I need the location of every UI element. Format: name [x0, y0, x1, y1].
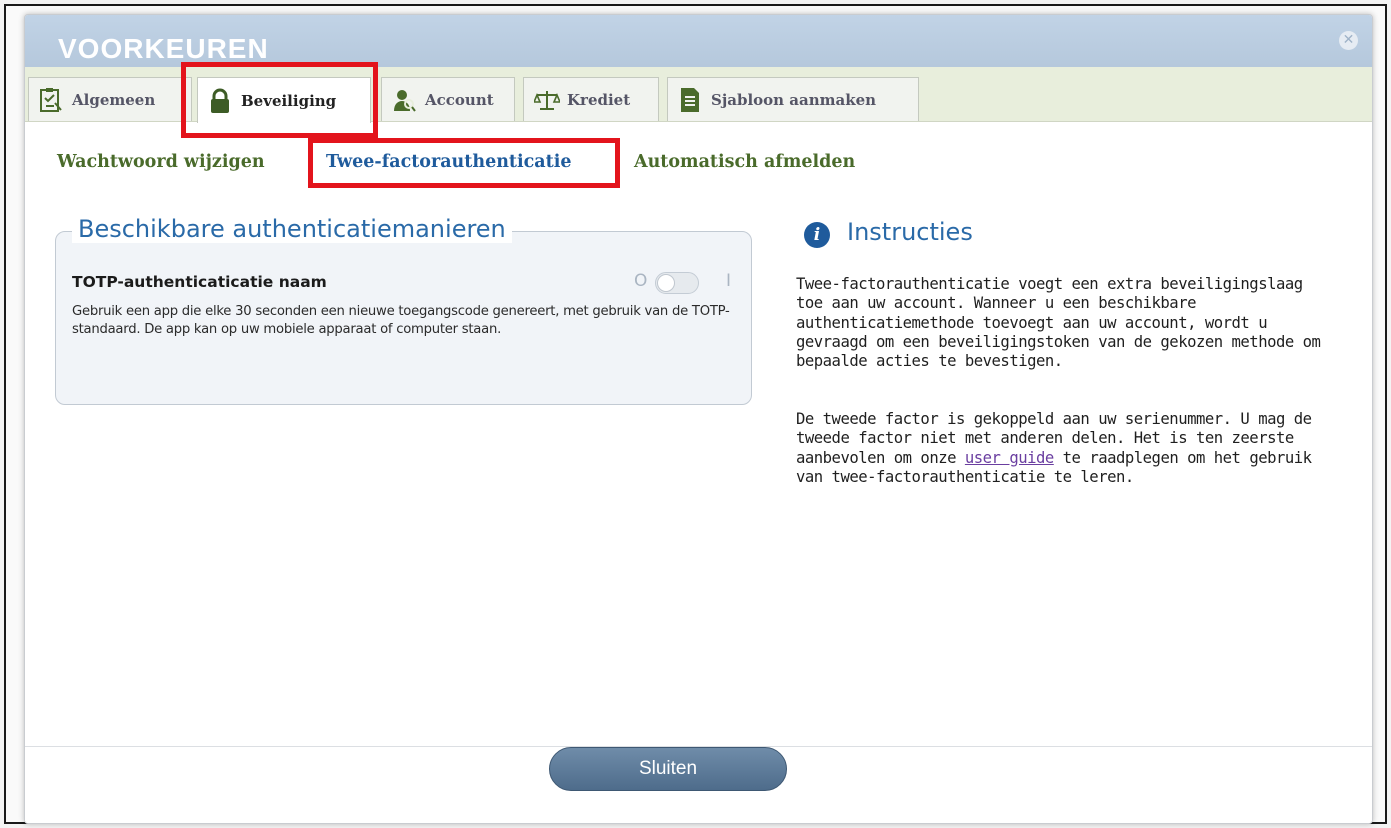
tab-label: Algemeen — [72, 90, 156, 109]
instructions-paragraph-2: De tweede factor is gekoppeld aan uw ser… — [796, 410, 1336, 487]
toggle-on-label: I — [726, 271, 732, 291]
document-icon — [678, 87, 702, 113]
tab-label: Account — [425, 90, 494, 109]
subnav-wachtwoord-wijzigen[interactable]: Wachtwoord wijzigen — [57, 152, 265, 172]
checklist-icon — [39, 87, 63, 113]
user-guide-link[interactable]: user guide — [965, 449, 1054, 467]
sluiten-button[interactable]: Sluiten — [549, 747, 787, 791]
person-search-icon — [392, 87, 416, 113]
tab-krediet[interactable]: Krediet — [523, 77, 659, 121]
tab-account[interactable]: Account — [381, 77, 515, 121]
highlight-box-subnav — [308, 138, 620, 188]
dialog-title: VOORKEUREN — [58, 33, 269, 64]
subnav-automatisch-afmelden[interactable]: Automatisch afmelden — [634, 152, 855, 172]
tab-algemeen[interactable]: Algemeen — [28, 77, 192, 121]
instructions-paragraph-1: Twee-factorauthenticatie voegt een extra… — [796, 275, 1321, 371]
tab-sjabloon-aanmaken[interactable]: Sjabloon aanmaken — [667, 77, 919, 121]
totp-method-description: Gebruik een app die elke 30 seconden een… — [72, 304, 730, 337]
scales-icon — [532, 87, 562, 113]
toggle-off-label: O — [634, 271, 648, 291]
auth-methods-legend: Beschikbare authenticatiemanieren — [72, 215, 512, 243]
close-icon[interactable]: ✕ — [1339, 31, 1358, 50]
instructions-title: Instructies — [847, 218, 973, 246]
dialog-title-bar: VOORKEUREN ✕ — [25, 15, 1372, 67]
highlight-box-tab — [181, 62, 378, 138]
tab-label: Sjabloon aanmaken — [711, 90, 877, 109]
totp-method-title: TOTP-authenticaticatie naam — [72, 273, 327, 291]
info-icon: i — [804, 222, 830, 248]
tab-label: Krediet — [567, 90, 631, 109]
toggle-knob — [657, 274, 675, 292]
totp-toggle-switch[interactable] — [655, 272, 699, 294]
